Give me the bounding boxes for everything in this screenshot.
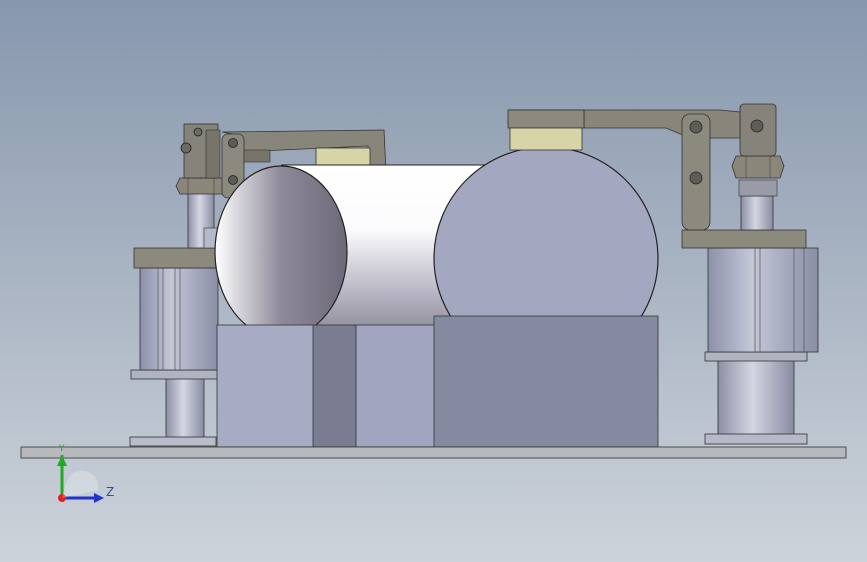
- base-plate: [20, 446, 847, 459]
- left-foot-plate: [129, 436, 217, 447]
- right-foot-plate: [704, 433, 808, 445]
- left-lower-rod: [165, 377, 205, 441]
- right-upper-rod: [740, 195, 774, 231]
- y-axis-label: Y: [58, 444, 65, 454]
- z-axis-label: Z: [106, 485, 114, 499]
- right-cylinder-cap: [681, 229, 807, 249]
- left-cylinder-body: [139, 267, 219, 371]
- right-cylinder-flange: [704, 351, 808, 362]
- left-cylinder-cap: [133, 247, 221, 269]
- right-clevis-pin: [750, 119, 764, 133]
- right-v-block[interactable]: [433, 315, 659, 448]
- left-clevis-pin: [180, 142, 192, 154]
- right-support-block: [433, 315, 659, 448]
- cad-viewport[interactable]: Z Y: [0, 0, 867, 562]
- left-hex-nut: [175, 177, 227, 195]
- left-v-block[interactable]: [216, 324, 436, 448]
- assembly-drawing: Z Y: [0, 0, 867, 562]
- left-block-front: [216, 324, 314, 448]
- right-lower-rod: [717, 359, 795, 437]
- right-hex-nut: [731, 155, 785, 179]
- right-clamp-pad: [509, 127, 583, 151]
- left-cylinder-flange-bottom: [130, 369, 220, 380]
- center-support-block: [354, 324, 436, 448]
- tube-left-opening: [214, 165, 348, 339]
- left-block-side: [311, 324, 357, 448]
- right-cylinder-body: [707, 247, 819, 353]
